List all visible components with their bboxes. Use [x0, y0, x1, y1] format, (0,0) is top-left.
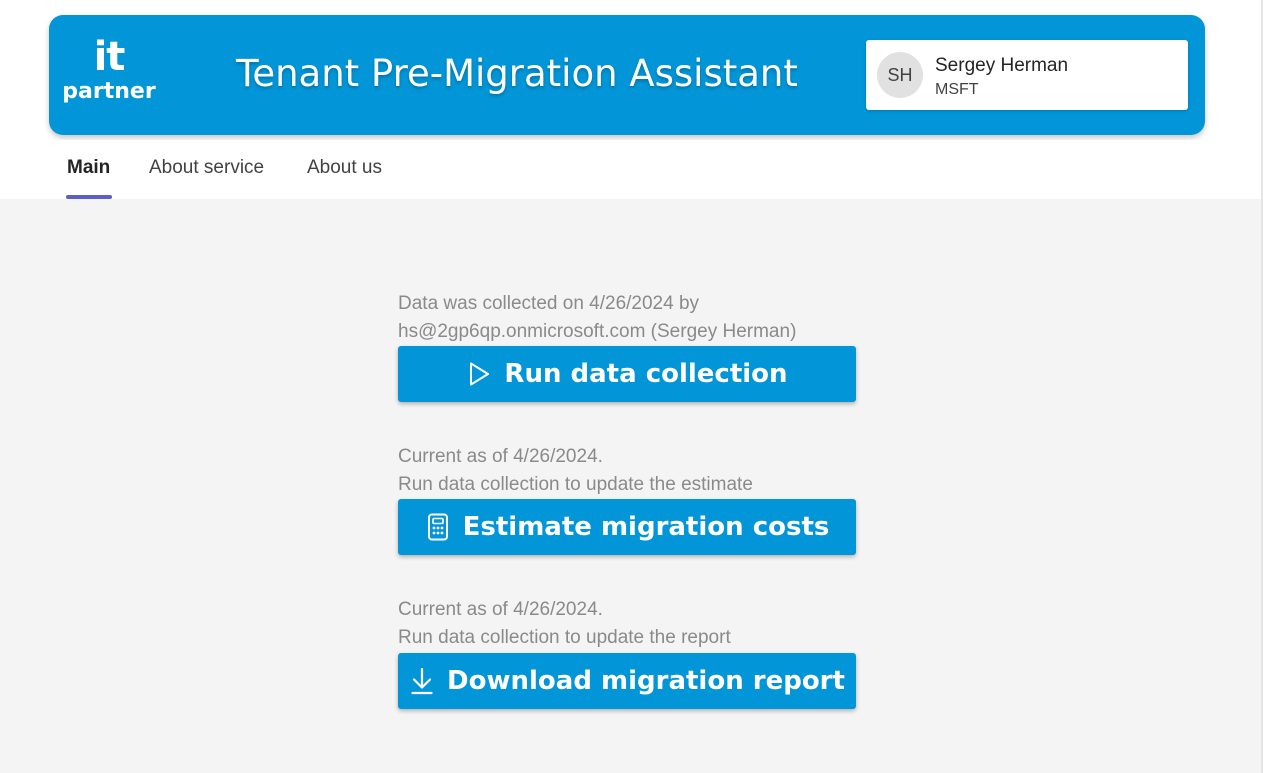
itpartner-logo: it partner — [61, 35, 157, 105]
estimate-info-line2: Run data collection to update the estima… — [398, 474, 753, 495]
download-icon — [409, 667, 435, 695]
user-org: MSFT — [935, 81, 979, 98]
collection-info-line1: Data was collected on 4/26/2024 by — [398, 293, 700, 314]
user-card[interactable]: SH Sergey Herman MSFT — [866, 40, 1188, 110]
logo-text-it: it — [93, 34, 126, 80]
tab-main[interactable]: Main — [67, 155, 110, 181]
download-migration-report-button[interactable]: Download migration report — [398, 653, 856, 709]
tab-about-us[interactable]: About us — [307, 155, 382, 181]
estimate-info-line1: Current as of 4/26/2024. — [398, 446, 603, 467]
logo-text-partner: partner — [62, 79, 156, 104]
report-info-line2: Run data collection to update the report — [398, 627, 731, 648]
user-name: Sergey Herman — [935, 55, 1069, 76]
run-data-collection-button[interactable]: Run data collection — [398, 346, 856, 402]
calculator-icon — [425, 513, 451, 541]
run-data-collection-label: Run data collection — [504, 359, 788, 389]
report-info: Current as of 4/26/2024. Run data collec… — [398, 596, 868, 652]
play-icon — [466, 360, 492, 388]
tab-about-service[interactable]: About service — [149, 155, 264, 181]
collection-info-line2: hs@2gp6qp.onmicrosoft.com (Sergey Herman… — [398, 321, 797, 342]
estimate-migration-costs-label: Estimate migration costs — [462, 512, 830, 542]
report-info-line1: Current as of 4/26/2024. — [398, 599, 603, 620]
header-banner: it partner Tenant Pre-Migration Assistan… — [49, 15, 1205, 135]
main-content: Data was collected on 4/26/2024 by hs@2g… — [0, 199, 1261, 773]
estimate-migration-costs-button[interactable]: Estimate migration costs — [398, 499, 856, 555]
download-migration-report-label: Download migration report — [447, 666, 845, 696]
app-title: Tenant Pre-Migration Assistant — [236, 52, 798, 95]
tab-bar: Main About service About us — [0, 140, 1261, 199]
avatar: SH — [877, 52, 923, 98]
app-window: it partner Tenant Pre-Migration Assistan… — [0, 0, 1263, 773]
estimate-info: Current as of 4/26/2024. Run data collec… — [398, 443, 868, 499]
collection-info: Data was collected on 4/26/2024 by hs@2g… — [398, 290, 868, 346]
